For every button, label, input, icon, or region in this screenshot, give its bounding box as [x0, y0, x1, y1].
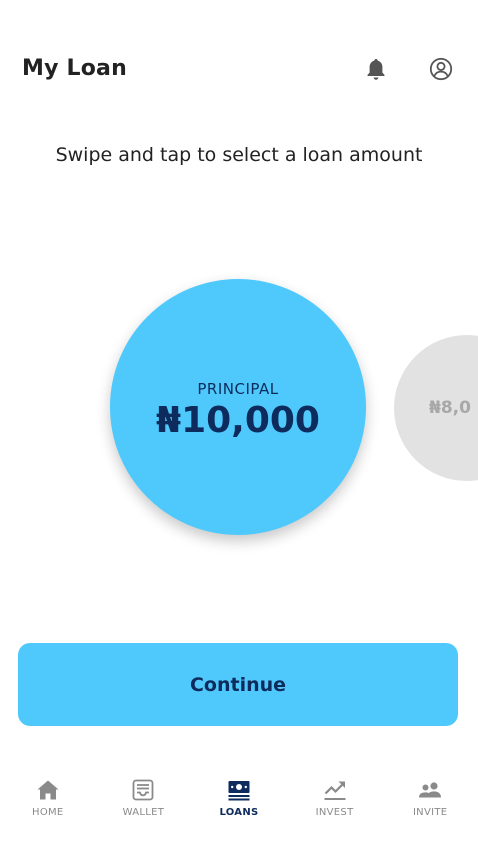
nav-item-invest[interactable]: INVEST [287, 768, 383, 844]
bell-icon[interactable] [363, 56, 389, 82]
page-title: My Loan [22, 56, 127, 81]
instruction-text: Swipe and tap to select a loan amount [55, 144, 423, 166]
wallet-icon [130, 777, 156, 803]
principal-label: PRINCIPAL [197, 379, 279, 398]
invite-icon [417, 777, 443, 803]
selected-loan-amount[interactable]: PRINCIPAL ₦10,000 [110, 279, 366, 535]
loans-icon [226, 777, 252, 803]
nav-item-loans[interactable]: LOANS [191, 768, 287, 844]
next-amount-text: ₦8,0 [429, 398, 471, 418]
invest-icon [322, 777, 348, 803]
principal-amount: ₦10,000 [156, 399, 320, 441]
nav-item-wallet[interactable]: WALLET [96, 768, 192, 844]
nav-label-invest: INVEST [315, 807, 354, 818]
home-icon [35, 777, 61, 803]
continue-button[interactable]: Continue [18, 643, 458, 726]
bottom-nav: HOME WALLET LOANS INVEST INVITE [0, 768, 478, 844]
nav-label-home: HOME [32, 807, 64, 818]
profile-icon[interactable] [428, 56, 454, 82]
next-loan-amount[interactable]: ₦8,0 [394, 335, 478, 481]
loan-screen: My Loan Swipe and tap to select a loan a… [0, 0, 478, 844]
nav-item-home[interactable]: HOME [0, 768, 96, 844]
nav-label-wallet: WALLET [122, 807, 165, 818]
nav-label-loans: LOANS [219, 807, 259, 818]
loan-amount-carousel[interactable]: PRINCIPAL ₦10,000 ₦8,0 [0, 260, 478, 560]
nav-item-invite[interactable]: INVITE [382, 768, 478, 844]
nav-label-invite: INVITE [412, 807, 448, 818]
